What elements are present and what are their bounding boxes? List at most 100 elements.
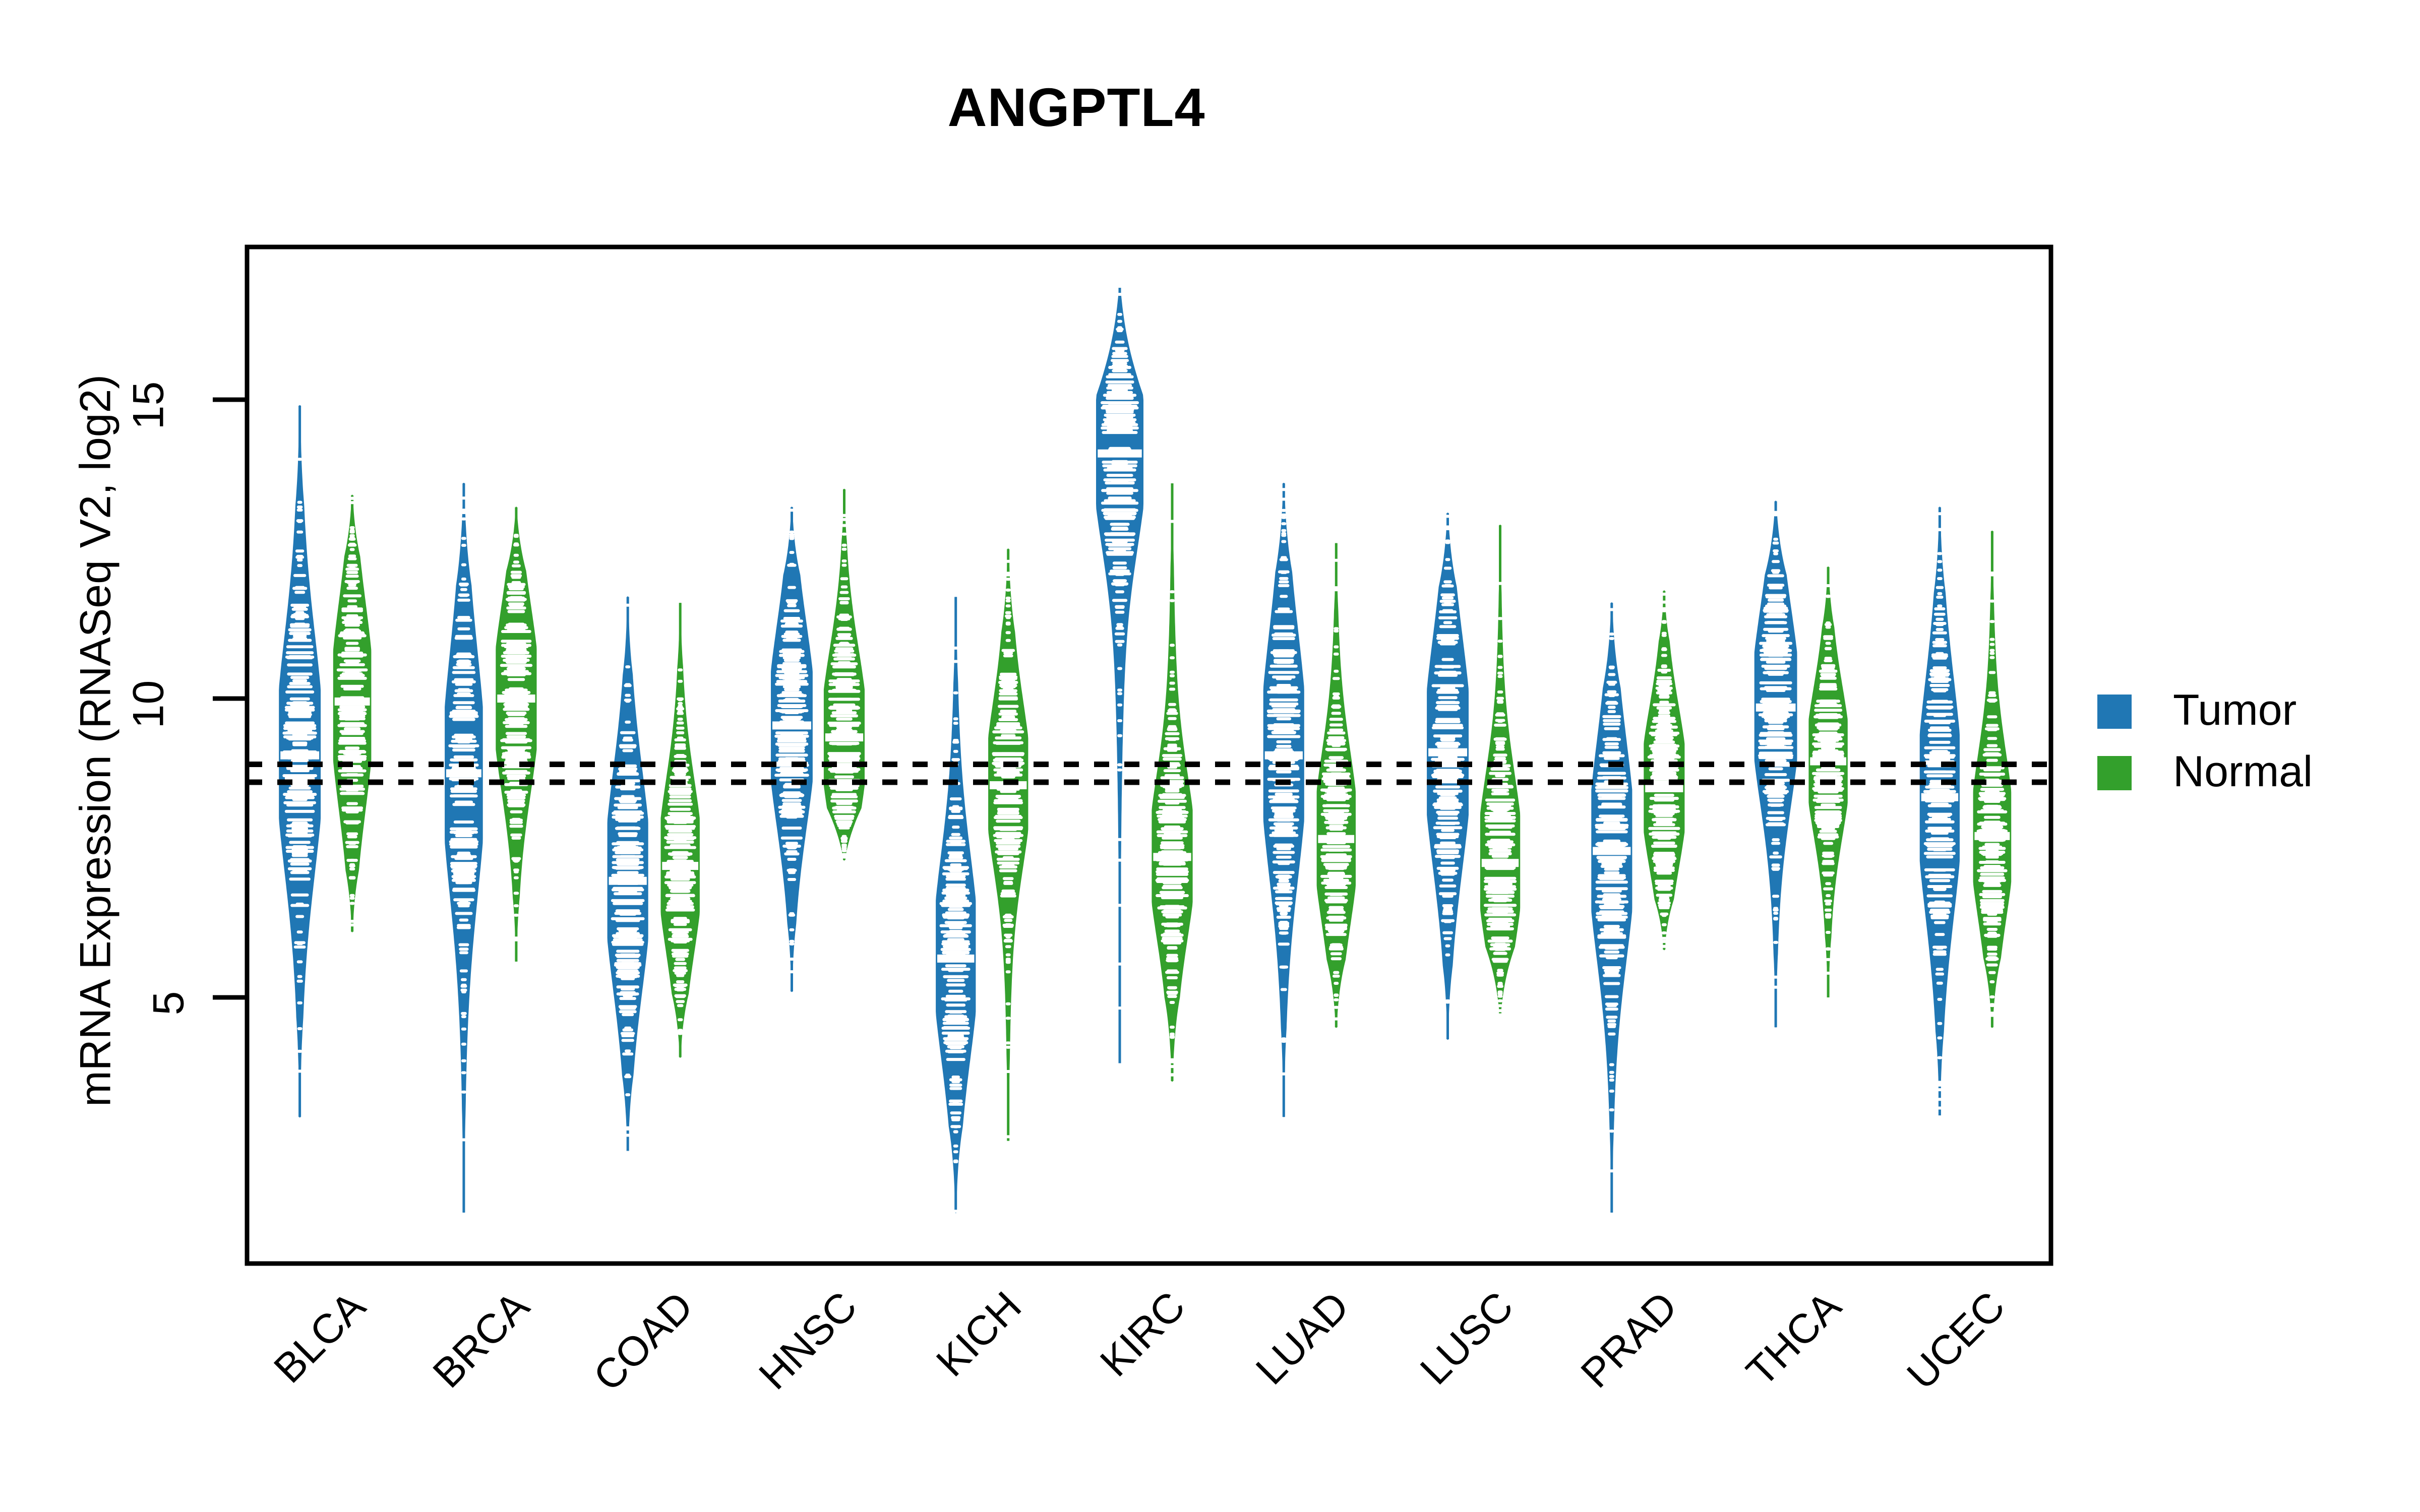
sample-dash: [1653, 853, 1675, 856]
sample-dash: [507, 803, 526, 806]
sample-dash: [1493, 899, 1507, 903]
sample-dash: [1989, 656, 1995, 659]
sample-dash: [672, 955, 689, 958]
sample-dash: [677, 697, 684, 701]
sample-dash: [1489, 772, 1511, 775]
sample-dash: [948, 814, 963, 818]
sample-dash: [1322, 797, 1350, 800]
sample-dash: [459, 951, 468, 955]
sample-dash: [1003, 881, 1013, 885]
sample-dash: [625, 1151, 631, 1154]
median-marker: [1756, 703, 1796, 712]
sample-dash: [1002, 877, 1014, 880]
sample-dash: [1005, 588, 1011, 592]
sample-dash: [1434, 844, 1462, 847]
sample-dash: [953, 1210, 958, 1213]
sample-dash: [1117, 285, 1122, 288]
sample-dash: [1334, 993, 1339, 997]
sample-dash: [1276, 744, 1292, 748]
sample-dash: [1157, 906, 1187, 910]
sample-dash: [1442, 912, 1454, 915]
sample-dash: [1273, 714, 1295, 717]
sample-dash: [621, 1039, 634, 1042]
sample-dash: [349, 548, 355, 551]
sample-dash: [349, 902, 355, 905]
sample-dash: [1929, 684, 1950, 687]
sample-dash: [668, 937, 693, 941]
sample-dash: [1484, 913, 1517, 917]
sample-dash: [1771, 584, 1781, 587]
sample-dash: [673, 940, 687, 943]
sample-dash: [349, 566, 355, 570]
sample-dash: [1658, 707, 1670, 711]
sample-dash: [1273, 626, 1295, 629]
sample-dash: [841, 853, 847, 856]
sample-dash: [1103, 508, 1136, 512]
sample-dash: [344, 648, 360, 652]
sample-dash: [347, 835, 357, 839]
sample-dash: [836, 717, 853, 721]
sample-dash: [839, 591, 849, 594]
sample-dash: [1329, 718, 1343, 721]
sample-dash: [1773, 975, 1779, 979]
sample-dash: [1276, 740, 1292, 743]
sample-dash: [1279, 921, 1288, 924]
sample-dash: [1814, 704, 1842, 708]
sample-dash: [782, 676, 802, 680]
sample-dash: [786, 868, 797, 872]
sample-dash: [453, 898, 474, 902]
sample-dash: [461, 990, 466, 993]
sample-dash: [836, 765, 852, 768]
sample-dash: [454, 800, 473, 804]
sample-dash: [1432, 724, 1463, 727]
sample-dash: [944, 1038, 968, 1041]
sample-dash: [1117, 293, 1122, 296]
sample-dash: [1602, 715, 1621, 718]
sample-dash: [1656, 894, 1673, 897]
sample-dash: [1768, 598, 1784, 602]
sample-dash: [951, 1076, 960, 1079]
sample-dash: [1005, 573, 1011, 577]
sample-dash: [1497, 617, 1503, 620]
sample-dash: [1435, 720, 1461, 723]
sample-dash: [1768, 629, 1784, 633]
sample-dash: [1437, 708, 1458, 711]
sample-dash: [1607, 710, 1616, 713]
sample-dash: [1937, 1098, 1943, 1101]
sample-dash: [1281, 1037, 1287, 1041]
sample-dash: [1768, 767, 1783, 771]
sample-dash: [452, 888, 475, 891]
sample-dash: [953, 1130, 958, 1133]
sample-dash: [459, 594, 469, 597]
sample-dash: [1603, 895, 1621, 899]
sample-dash: [999, 692, 1018, 696]
sample-dash: [619, 826, 637, 830]
sample-dash: [1162, 913, 1182, 917]
median-marker: [937, 954, 975, 963]
sample-dash: [1440, 855, 1456, 858]
sample-dash: [841, 843, 847, 847]
sample-dash: [1763, 609, 1789, 613]
sample-dash: [1603, 982, 1620, 985]
sample-dash: [1983, 797, 2001, 801]
sample-dash: [841, 547, 847, 551]
sample-dash: [291, 826, 308, 829]
sample-dash: [452, 666, 475, 669]
sample-dash: [1277, 885, 1291, 888]
sample-dash: [1281, 509, 1287, 512]
sample-dash: [1937, 623, 1943, 626]
sample-dash: [1936, 981, 1943, 985]
sample-dash: [1824, 899, 1832, 903]
sample-dash: [461, 517, 466, 521]
sample-dash: [456, 868, 471, 872]
sample-dash: [1107, 543, 1132, 547]
sample-dash: [296, 960, 303, 964]
sample-dash: [677, 736, 684, 740]
sample-dash: [1923, 842, 1956, 845]
sample-dash: [783, 609, 800, 612]
sample-dash: [667, 816, 694, 819]
sample-dash: [618, 767, 638, 771]
sample-dash: [1170, 1036, 1175, 1039]
sample-dash: [511, 857, 521, 860]
sample-dash: [841, 847, 847, 850]
